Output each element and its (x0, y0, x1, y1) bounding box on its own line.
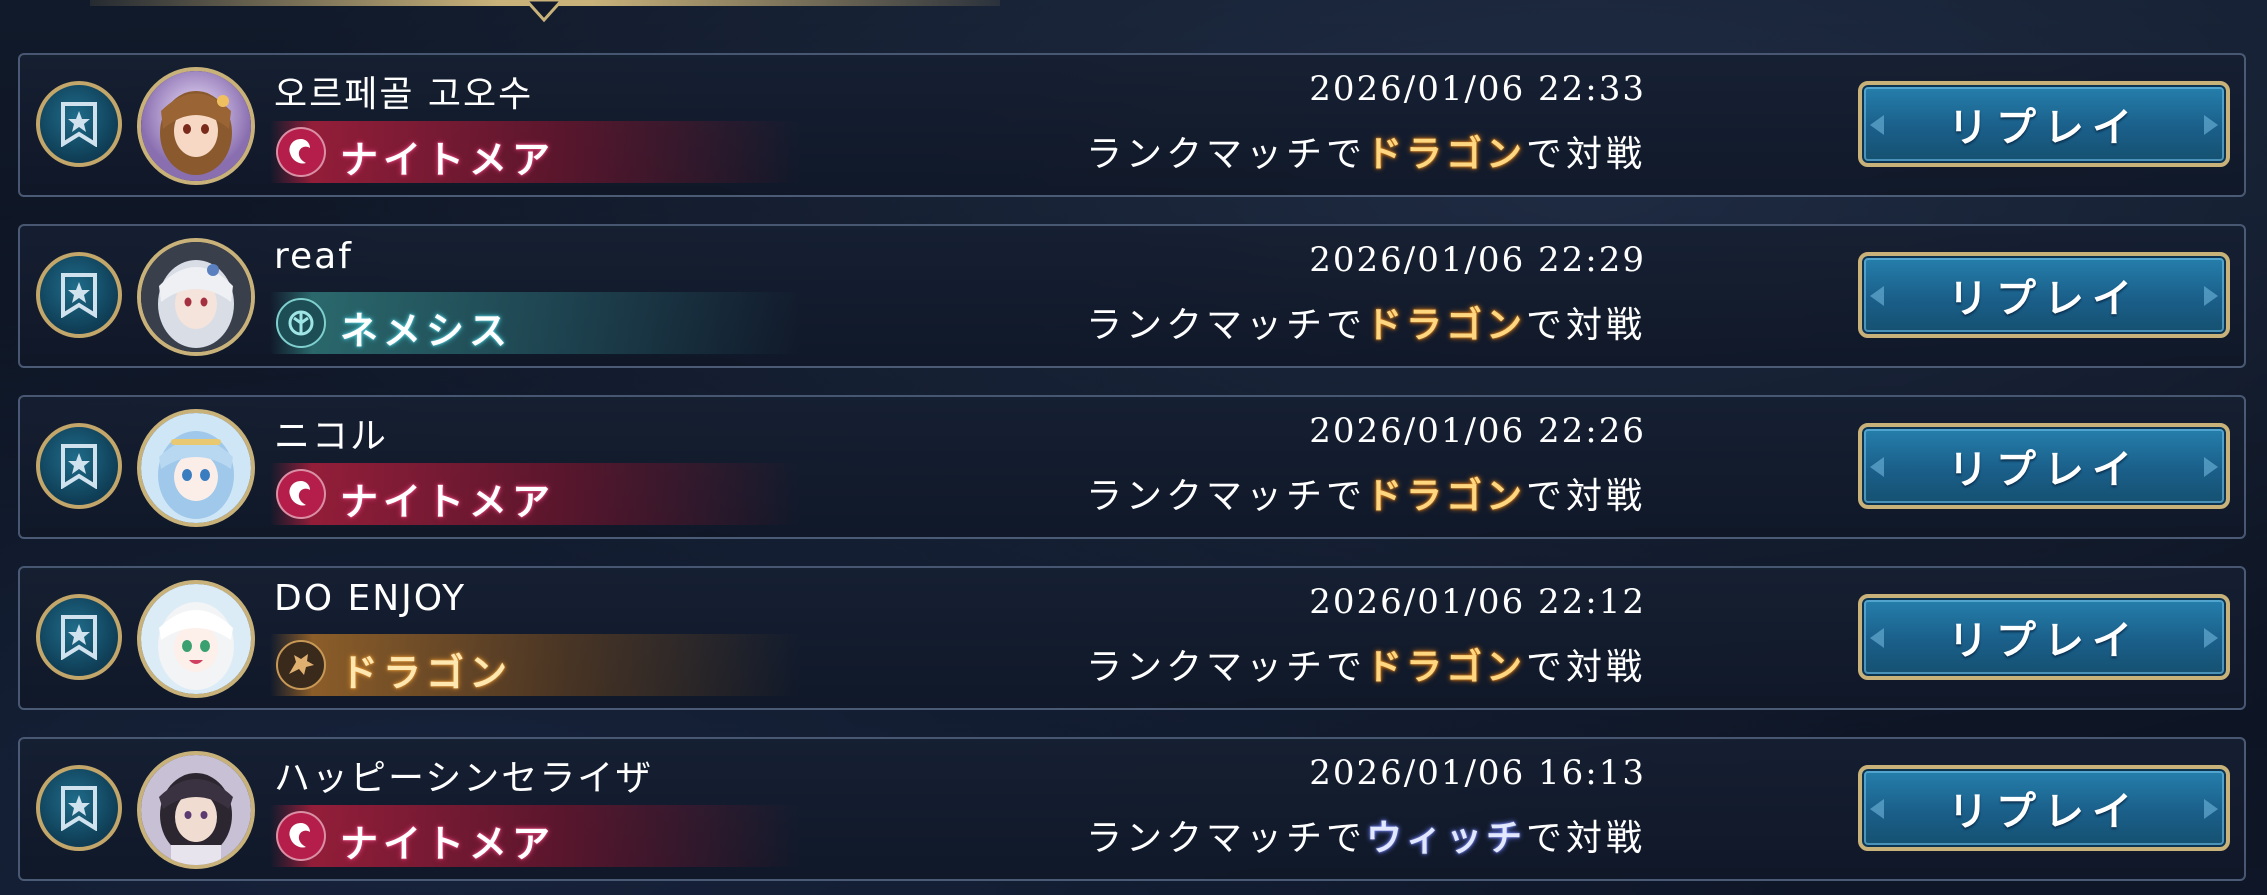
match-description: ランクマッチでドラゴンで対戦 (1086, 638, 1646, 690)
opponent-class-label: ドラゴン (1365, 476, 1526, 517)
match-suffix-text: で対戦 (1525, 305, 1646, 346)
match-timestamp: 2026/01/06 22:12 (1309, 582, 1646, 622)
opponent-class-label: ウィッチ (1365, 818, 1526, 859)
match-mode-text: ランクマッチで (1085, 134, 1366, 175)
player-name: ハッピーシンセライザ (274, 758, 654, 799)
match-mode-text: ランクマッチで (1085, 305, 1366, 346)
nightmare-class-icon (276, 811, 326, 861)
button-right-ornament (2204, 799, 2218, 819)
replay-row: ハッピーシンセライザ ナイトメア 2026/01/06 16:13 ランクマッチ… (18, 737, 2246, 881)
opponent-class-label: ドラゴン (1365, 134, 1526, 175)
player-avatar[interactable] (137, 67, 255, 185)
bookmark-star-icon (61, 102, 97, 147)
match-mode-text: ランクマッチで (1085, 818, 1366, 859)
player-class-label: ドラゴン (340, 651, 513, 695)
player-avatar[interactable] (137, 751, 255, 869)
button-right-ornament (2204, 457, 2218, 477)
replay-row: DO ENJOY ドラゴン 2026/01/06 22:12 ランクマッチでドラ… (18, 566, 2246, 710)
dark-hair-character-avatar-icon (141, 755, 251, 865)
replay-row: 오르페골 고오수 ナイトメア 2026/01/06 22:33 ランクマッチでド… (18, 53, 2246, 197)
player-class-badge: ナイトメア (270, 121, 800, 183)
replay-button[interactable]: リプレイ (1858, 594, 2230, 680)
match-suffix-text: で対戦 (1525, 647, 1646, 688)
player-name: DO ENJOY (274, 578, 467, 619)
player-class-badge: ネメシス (270, 292, 800, 354)
replay-row: reaf ネメシス 2026/01/06 22:29 ランクマッチでドラゴンで対… (18, 224, 2246, 368)
match-mode-text: ランクマッチで (1085, 647, 1366, 688)
match-description: ランクマッチでウィッチで対戦 (1086, 809, 1646, 861)
blue-hair-character-avatar-icon (141, 413, 251, 523)
replay-button-label: リプレイ (1948, 276, 2140, 322)
replay-list: 오르페골 고오수 ナイトメア 2026/01/06 22:33 ランクマッチでド… (18, 53, 2246, 881)
replay-button[interactable]: リプレイ (1858, 252, 2230, 338)
replay-button-label: リプレイ (1948, 789, 2140, 835)
bookmark-star-icon (61, 615, 97, 660)
player-class-badge: ナイトメア (270, 805, 800, 867)
replay-button[interactable]: リプレイ (1858, 423, 2230, 509)
button-right-ornament (2204, 628, 2218, 648)
bookmark-button[interactable] (36, 423, 122, 509)
button-right-ornament (2204, 115, 2218, 135)
player-avatar[interactable] (137, 580, 255, 698)
player-class-badge: ナイトメア (270, 463, 800, 525)
button-left-ornament (1870, 115, 1884, 135)
match-timestamp: 2026/01/06 16:13 (1309, 753, 1646, 793)
match-suffix-text: で対戦 (1525, 476, 1646, 517)
opponent-class-label: ドラゴン (1365, 305, 1526, 346)
match-suffix-text: で対戦 (1525, 134, 1646, 175)
bookmark-star-icon (61, 273, 97, 318)
player-class-label: ナイトメア (340, 480, 556, 524)
player-name: ニコル (274, 416, 389, 457)
replay-button-label: リプレイ (1948, 618, 2140, 664)
top-notch-ornament (524, 0, 564, 23)
match-description: ランクマッチでドラゴンで対戦 (1086, 125, 1646, 177)
match-mode-text: ランクマッチで (1085, 476, 1366, 517)
match-description: ランクマッチでドラゴンで対戦 (1086, 467, 1646, 519)
button-left-ornament (1870, 286, 1884, 306)
player-avatar[interactable] (137, 238, 255, 356)
bookmark-star-icon (61, 444, 97, 489)
bookmark-button[interactable] (36, 252, 122, 338)
bookmark-button[interactable] (36, 81, 122, 167)
button-left-ornament (1870, 628, 1884, 648)
replay-button[interactable]: リプレイ (1858, 81, 2230, 167)
button-right-ornament (2204, 286, 2218, 306)
silver-hair-character-avatar-icon (141, 242, 251, 352)
button-left-ornament (1870, 799, 1884, 819)
replay-button-label: リプレイ (1948, 105, 2140, 151)
nemesis-class-icon (276, 298, 326, 348)
match-timestamp: 2026/01/06 22:29 (1309, 240, 1646, 280)
dragon-class-icon (276, 640, 326, 690)
nightmare-class-icon (276, 127, 326, 177)
female-character-avatar-icon (141, 71, 251, 181)
bookmark-star-icon (61, 786, 97, 831)
player-avatar[interactable] (137, 409, 255, 527)
bookmark-button[interactable] (36, 594, 122, 680)
player-class-label: ナイトメア (340, 822, 556, 866)
match-suffix-text: で対戦 (1525, 818, 1646, 859)
replay-button[interactable]: リプレイ (1858, 765, 2230, 851)
nightmare-class-icon (276, 469, 326, 519)
match-timestamp: 2026/01/06 22:26 (1309, 411, 1646, 451)
player-class-label: ナイトメア (340, 138, 556, 182)
replay-row: ニコル ナイトメア 2026/01/06 22:26 ランクマッチでドラゴンで対… (18, 395, 2246, 539)
player-class-badge: ドラゴン (270, 634, 800, 696)
player-class-label: ネメシス (340, 309, 513, 353)
match-description: ランクマッチでドラゴンで対戦 (1086, 296, 1646, 348)
player-name: 오르페골 고오수 (274, 74, 534, 115)
white-hair-character-avatar-icon (141, 584, 251, 694)
replay-button-label: リプレイ (1948, 447, 2140, 493)
player-name: reaf (274, 236, 353, 277)
bookmark-button[interactable] (36, 765, 122, 851)
button-left-ornament (1870, 457, 1884, 477)
match-timestamp: 2026/01/06 22:33 (1309, 69, 1646, 109)
opponent-class-label: ドラゴン (1365, 647, 1526, 688)
